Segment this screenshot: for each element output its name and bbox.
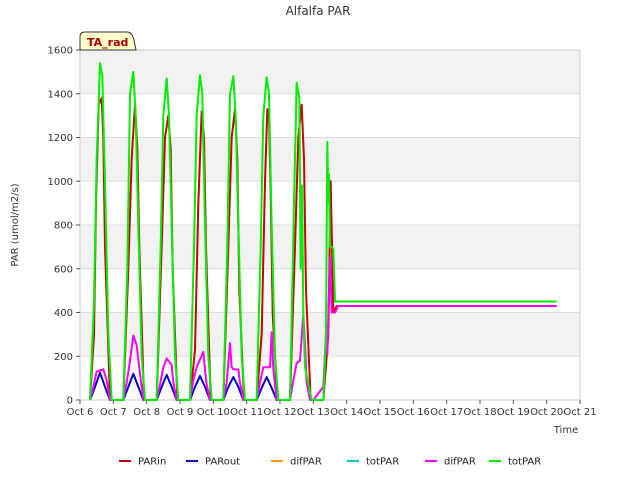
x-tick-label: Oct 12 <box>263 407 296 418</box>
x-tick-label: Oct 7 <box>100 407 127 418</box>
x-axis-label: Time <box>553 425 578 436</box>
plot-band <box>80 312 580 357</box>
y-tick-label: 1200 <box>48 133 73 144</box>
y-tick-label: 0 <box>67 396 73 407</box>
y-tick-label: 600 <box>54 264 73 275</box>
legend-label-1: PARout <box>205 457 240 468</box>
x-tick-label: Oct 18 <box>463 407 496 418</box>
y-tick-label: 1000 <box>48 177 73 188</box>
plot-band <box>80 356 580 400</box>
x-tick-label: Oct 17 <box>430 407 463 418</box>
y-tick-label: 1600 <box>48 46 73 57</box>
x-tick-label: Oct 15 <box>363 407 396 418</box>
y-axis-label: PAR (umol/m2/s) <box>10 183 21 266</box>
x-tick-label: Oct 6 <box>67 407 94 418</box>
ta-rad-badge: TA_rad <box>79 31 137 51</box>
x-tick-label: Oct 20 <box>530 407 563 418</box>
chart-title: Alfalfa PAR <box>286 4 351 18</box>
x-tick-label: Oct 11 <box>230 407 263 418</box>
y-tick-label: 1400 <box>48 89 73 100</box>
y-tick-label: 800 <box>54 221 73 232</box>
legend-label-3: totPAR <box>366 457 399 468</box>
x-tick-label: Oct 13 <box>297 407 330 418</box>
x-tick-label: Oct 8 <box>133 407 160 418</box>
x-tick-label: Oct 19 <box>497 407 530 418</box>
x-tick-label: Oct 14 <box>330 407 363 418</box>
x-tick-label: Oct 16 <box>397 407 430 418</box>
legend-label-5: totPAR <box>508 457 541 468</box>
plot-band <box>80 93 580 138</box>
legend-label-2: difPAR <box>290 457 322 468</box>
chart: 0 200 400 600 800 1000 1200 1400 1600 Oct 6 Oct 7 O… <box>0 0 640 480</box>
x-tick-label: Oct 9 <box>167 407 194 418</box>
x-tick-label: Oct 10 <box>197 407 230 418</box>
y-tick-label: 200 <box>54 352 73 363</box>
plot-band <box>80 50 580 94</box>
x-tick-label: Oct 21 <box>563 407 596 418</box>
legend-label-4: difPAR <box>444 457 476 468</box>
legend-label-0: PARin <box>138 457 166 468</box>
ta-rad-badge-label: TA_rad <box>87 36 128 49</box>
y-tick-label: 400 <box>54 308 73 319</box>
